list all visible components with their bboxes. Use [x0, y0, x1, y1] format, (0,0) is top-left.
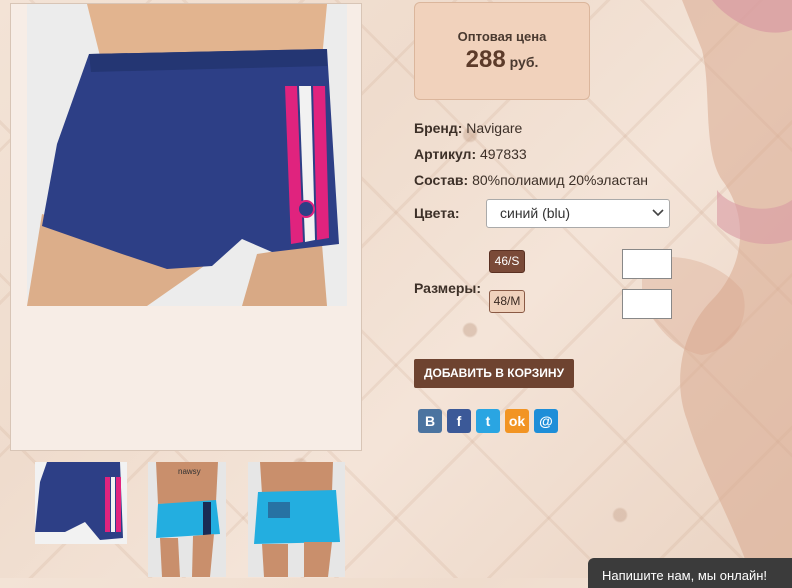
size-option-48m[interactable]: 48/M: [489, 290, 525, 313]
vk-share-icon[interactable]: В: [418, 409, 442, 433]
chat-widget-tab[interactable]: Напишите нам, мы онлайн!: [588, 558, 792, 588]
add-to-cart-button[interactable]: ДОБАВИТЬ В КОРЗИНУ: [414, 359, 574, 388]
brand-row: Бренд: Navigare: [414, 120, 522, 136]
color-select[interactable]: синий (blu): [486, 199, 670, 228]
article-row: Артикул: 497833: [414, 146, 527, 162]
composition-value: 80%полиамид 20%эластан: [472, 172, 649, 188]
thumbnail-1[interactable]: [35, 462, 127, 544]
colors-label: Цвета:: [414, 205, 460, 221]
sizes-label: Размеры:: [414, 280, 482, 296]
twitter-share-icon[interactable]: t: [476, 409, 500, 433]
size-option-46s[interactable]: 46/S: [489, 250, 525, 273]
odnoklassniki-share-icon[interactable]: ok: [505, 409, 529, 433]
price-value: 288: [465, 46, 506, 73]
price-unit: руб.: [509, 54, 539, 70]
brand-value: Navigare: [466, 120, 523, 136]
article-value: 497833: [480, 146, 527, 162]
product-main-image[interactable]: [10, 3, 362, 451]
brand-label: Бренд:: [414, 120, 463, 136]
swim-trunks-photo: [27, 4, 347, 306]
price-label: Оптовая цена: [457, 29, 547, 44]
facebook-share-icon[interactable]: f: [447, 409, 471, 433]
mailru-share-icon[interactable]: @: [534, 409, 558, 433]
chevron-down-icon: [652, 209, 664, 217]
price-row: 288 руб.: [415, 46, 589, 74]
article-label: Артикул:: [414, 146, 477, 162]
thumbnail-2-print-text: nawsy: [178, 467, 201, 476]
color-select-value: синий (blu): [500, 205, 571, 221]
thumbnail-3-photo: [248, 462, 345, 577]
thumbnail-1-photo: [35, 462, 127, 544]
thumbnail-2-photo: nawsy: [148, 462, 226, 577]
thumbnail-3[interactable]: [248, 462, 345, 577]
composition-label: Состав:: [414, 172, 469, 188]
thumbnail-2[interactable]: nawsy: [148, 462, 226, 577]
price-box: Оптовая цена 288 руб.: [414, 2, 590, 100]
quantity-input-46s[interactable]: [622, 249, 672, 279]
composition-row: Состав: 80%полиамид 20%эластан: [414, 172, 648, 188]
quantity-input-48m[interactable]: [622, 289, 672, 319]
